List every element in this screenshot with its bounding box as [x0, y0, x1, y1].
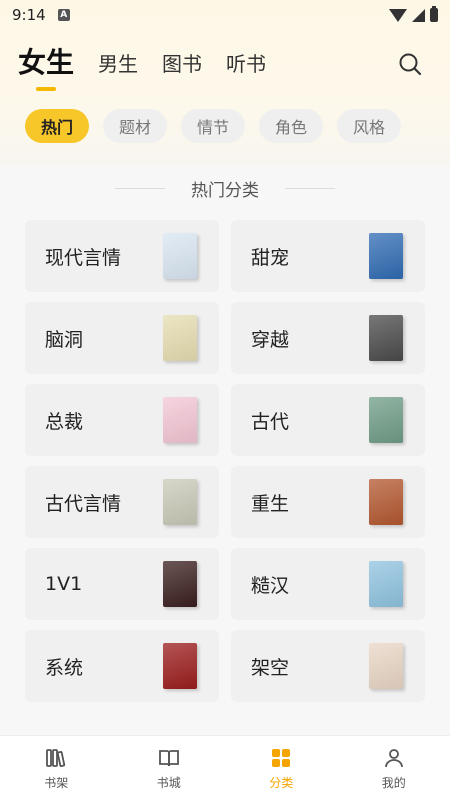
book-cover-image	[163, 479, 197, 525]
category-label: 重生	[251, 492, 290, 515]
category-label: 穿越	[251, 328, 290, 351]
category-card[interactable]: 糙汉	[231, 548, 425, 620]
category-label: 架空	[251, 656, 290, 679]
book-cover-image	[163, 643, 197, 689]
category-card[interactable]: 重生	[231, 466, 425, 538]
notification-icon: A	[57, 9, 70, 21]
nav-profile[interactable]: 我的	[338, 736, 450, 800]
category-card[interactable]: 总裁	[25, 384, 219, 456]
category-card[interactable]: 现代言情	[25, 220, 219, 292]
category-card[interactable]: 古代言情	[25, 466, 219, 538]
nav-bookstore[interactable]: 书城	[113, 736, 226, 800]
category-label: 1V1	[45, 573, 83, 595]
top-tabs: 女生 男生 图书 听书	[18, 42, 266, 87]
nav-bookshelf[interactable]: 书架	[0, 736, 113, 800]
category-label: 古代	[251, 410, 290, 433]
nav-category[interactable]: 分类	[225, 736, 338, 800]
book-cover-image	[163, 315, 197, 361]
tab-audiobooks[interactable]: 听书	[226, 48, 266, 87]
category-label: 甜宠	[251, 246, 290, 269]
book-cover-image	[369, 561, 403, 607]
chip-style[interactable]: 风格	[337, 109, 401, 143]
book-cover-image	[369, 479, 403, 525]
category-label: 总裁	[45, 410, 84, 433]
chip-plot[interactable]: 情节	[181, 109, 245, 143]
category-card[interactable]: 穿越	[231, 302, 425, 374]
status-bar: 9:14 A	[0, 0, 450, 30]
chip-theme[interactable]: 题材	[103, 109, 167, 143]
nav-label: 书城	[156, 775, 181, 790]
tab-male[interactable]: 男生	[98, 48, 138, 87]
category-card[interactable]: 甜宠	[231, 220, 425, 292]
category-card[interactable]: 古代	[231, 384, 425, 456]
chip-hot[interactable]: 热门	[25, 109, 89, 143]
category-card[interactable]: 架空	[231, 630, 425, 702]
book-cover-image	[369, 397, 403, 443]
tab-books[interactable]: 图书	[162, 48, 202, 87]
bottom-nav: 书架 书城 分类 我的	[0, 735, 450, 800]
book-cover-image	[369, 233, 403, 279]
book-cover-image	[163, 233, 197, 279]
category-label: 脑洞	[45, 328, 84, 351]
battery-icon	[430, 6, 438, 22]
section-title: 热门分类	[0, 176, 450, 201]
category-label: 系统	[45, 656, 84, 679]
category-card[interactable]: 1V1	[25, 548, 219, 620]
category-card[interactable]: 脑洞	[25, 302, 219, 374]
category-label: 糙汉	[251, 574, 290, 597]
nav-label: 我的	[381, 775, 406, 790]
category-label: 现代言情	[45, 246, 122, 269]
category-icon	[272, 748, 291, 767]
chip-role[interactable]: 角色	[259, 109, 323, 143]
filter-chips: 热门 题材 情节 角色 风格	[25, 109, 401, 143]
tab-female[interactable]: 女生	[18, 41, 74, 87]
signal-icon	[412, 8, 425, 22]
nav-label: 书架	[44, 775, 69, 790]
bookshelf-icon	[46, 748, 66, 767]
category-label: 古代言情	[45, 492, 122, 515]
nav-label: 分类	[269, 775, 294, 790]
wifi-icon	[389, 8, 407, 22]
status-time: 9:14	[12, 6, 46, 24]
category-grid: 现代言情 甜宠 脑洞 穿越 总裁 古代 古代言情 重生 1V1 糙汉 系统 架空	[25, 220, 425, 702]
book-cover-image	[163, 561, 197, 607]
book-cover-image	[163, 397, 197, 443]
category-card[interactable]: 系统	[25, 630, 219, 702]
profile-icon	[384, 748, 403, 767]
book-cover-image	[369, 315, 403, 361]
search-icon[interactable]	[398, 52, 422, 76]
book-icon	[158, 749, 179, 766]
book-cover-image	[369, 643, 403, 689]
